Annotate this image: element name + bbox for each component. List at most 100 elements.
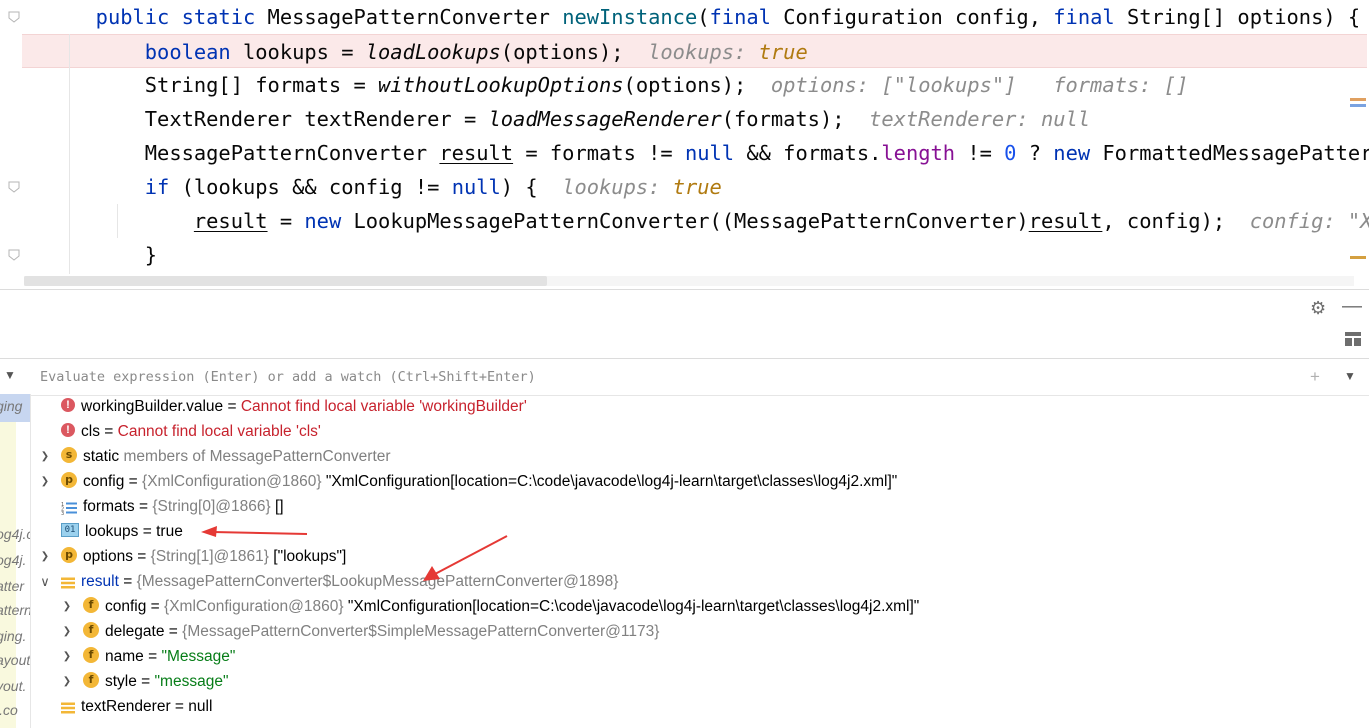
code-token: MessagePatternConverter bbox=[145, 141, 440, 165]
variable-name: delegate bbox=[105, 623, 164, 640]
code-token: ) { bbox=[501, 175, 538, 199]
code-line[interactable]: boolean lookups = loadLookups(options); … bbox=[22, 34, 1367, 68]
frame-item[interactable]: og4j. bbox=[0, 552, 26, 568]
code-indent bbox=[22, 243, 145, 267]
frame-item[interactable]: j.co bbox=[0, 702, 18, 718]
hint-gap bbox=[1225, 209, 1250, 233]
inline-debug-value: textRenderer: null bbox=[869, 107, 1090, 131]
frame-item[interactable]: atter bbox=[0, 578, 24, 594]
frame-item[interactable]: yout. bbox=[0, 678, 26, 694]
code-token: = bbox=[268, 209, 305, 233]
variable-value: = bbox=[135, 498, 153, 515]
chevron-right-icon[interactable]: ❯ bbox=[39, 444, 51, 469]
chevron-down-icon[interactable]: ∨ bbox=[39, 569, 51, 594]
frame-item[interactable]: ayout bbox=[0, 652, 30, 668]
code-line[interactable]: MessagePatternConverter result = formats… bbox=[22, 136, 1369, 170]
primitive-icon: 01 bbox=[61, 523, 79, 537]
code-token: String[] formats = bbox=[145, 73, 378, 97]
variable-row[interactable]: !cls = Cannot find local variable 'cls' bbox=[61, 419, 321, 444]
code-indent bbox=[22, 175, 145, 199]
code-token: if bbox=[145, 175, 182, 199]
variable-row[interactable]: pconfig = {XmlConfiguration@1860} "XmlCo… bbox=[61, 469, 897, 494]
horizontal-scrollbar-thumb[interactable] bbox=[24, 276, 547, 286]
code-line[interactable]: result = new LookupMessagePatternConvert… bbox=[22, 204, 1369, 238]
error-stripe-marker[interactable] bbox=[1350, 256, 1366, 259]
debug-panel-header: ⚙ — bbox=[0, 289, 1369, 359]
chevron-right-icon[interactable]: ❯ bbox=[61, 619, 73, 644]
variable-row[interactable]: fconfig = {XmlConfiguration@1860} "XmlCo… bbox=[83, 594, 919, 619]
variable-row[interactable]: textRenderer = null bbox=[61, 694, 212, 719]
frame-item[interactable]: ging bbox=[0, 398, 22, 414]
code-token: && formats. bbox=[734, 141, 881, 165]
editor-gutter bbox=[0, 0, 22, 289]
fold-marker-icon[interactable] bbox=[8, 11, 20, 23]
code-token: Configuration config, bbox=[783, 5, 1053, 29]
variable-value: members of MessagePatternConverter bbox=[119, 448, 390, 465]
fold-marker-icon[interactable] bbox=[8, 249, 20, 261]
code-line[interactable]: TextRenderer textRenderer = loadMessageR… bbox=[22, 102, 1090, 136]
variable-value: = true bbox=[138, 523, 182, 540]
frames-list[interactable]: ging og4j.c og4j. atter attern ging. ayout yout… bbox=[0, 394, 31, 728]
error-icon: ! bbox=[61, 398, 75, 412]
frame-item[interactable]: attern bbox=[0, 602, 31, 618]
chevron-down-icon[interactable]: ▼ bbox=[4, 368, 16, 382]
field-icon: f bbox=[83, 597, 99, 613]
frame-item[interactable]: og4j.c bbox=[0, 526, 31, 542]
error-stripe-marker[interactable] bbox=[1350, 98, 1366, 101]
parameter-icon: p bbox=[61, 472, 77, 488]
variables-tree[interactable]: !workingBuilder.value = Cannot find loca… bbox=[31, 394, 1369, 728]
variable-value: {String[0]@1866} bbox=[152, 498, 275, 515]
gear-icon[interactable]: ⚙ bbox=[1310, 298, 1326, 319]
code-token: TextRenderer textRenderer = bbox=[145, 107, 489, 131]
variable-name: style bbox=[105, 673, 137, 690]
code-editor[interactable]: public static MessagePatternConverter ne… bbox=[0, 0, 1369, 289]
code-line[interactable]: public static MessagePatternConverter ne… bbox=[22, 0, 1369, 34]
chevron-right-icon[interactable]: ❯ bbox=[61, 644, 73, 669]
code-indent bbox=[22, 209, 194, 233]
variable-value: = bbox=[133, 548, 151, 565]
add-watch-icon[interactable]: + bbox=[1310, 367, 1320, 387]
fold-marker-icon[interactable] bbox=[8, 181, 20, 193]
chevron-down-icon[interactable]: ▼ bbox=[1344, 369, 1356, 383]
variable-row[interactable]: fdelegate = {MessagePatternConverter$Sim… bbox=[83, 619, 659, 644]
chevron-right-icon[interactable]: ❯ bbox=[39, 544, 51, 569]
variable-value: {String[1]@1861} bbox=[151, 548, 274, 565]
code-token: != bbox=[955, 141, 1004, 165]
error-stripe-marker[interactable] bbox=[1350, 104, 1366, 107]
code-line[interactable]: if (lookups && config != null) { lookups… bbox=[22, 170, 722, 204]
code-token: (formats); bbox=[722, 107, 845, 131]
variable-name: name bbox=[105, 648, 144, 665]
variable-name: lookups bbox=[85, 523, 138, 540]
variable-value: ["lookups"] bbox=[273, 548, 346, 565]
evaluate-expression-input[interactable] bbox=[30, 359, 1312, 395]
code-line[interactable]: String[] formats = withoutLookupOptions(… bbox=[22, 68, 1188, 102]
chevron-right-icon[interactable]: ❯ bbox=[61, 669, 73, 694]
variable-row[interactable]: fname = "Message" bbox=[83, 644, 235, 669]
variable-row[interactable]: poptions = {String[1]@1861} ["lookups"] bbox=[61, 544, 346, 569]
frame-item[interactable]: ging. bbox=[0, 628, 26, 644]
variable-row[interactable]: result = {MessagePatternConverter$Lookup… bbox=[61, 569, 618, 594]
chevron-right-icon[interactable]: ❯ bbox=[61, 594, 73, 619]
variable-value: {MessagePatternConverter$SimpleMessagePa… bbox=[182, 623, 659, 640]
indent-guide bbox=[117, 204, 118, 238]
field-icon: f bbox=[83, 622, 99, 638]
svg-text:3: 3 bbox=[61, 511, 64, 515]
code-token: LookupMessagePatternConverter((MessagePa… bbox=[354, 209, 1029, 233]
variable-row[interactable]: 123formats = {String[0]@1866} [] bbox=[61, 494, 284, 519]
minimize-icon[interactable]: — bbox=[1342, 295, 1362, 318]
code-token: ( bbox=[697, 5, 709, 29]
variable-row[interactable]: !workingBuilder.value = Cannot find loca… bbox=[61, 394, 527, 419]
field-icon: f bbox=[83, 672, 99, 688]
code-token: public static bbox=[96, 5, 268, 29]
code-line[interactable]: } bbox=[22, 238, 157, 272]
layout-icon[interactable] bbox=[1344, 330, 1362, 348]
variable-row[interactable]: sstatic members of MessagePatternConvert… bbox=[61, 444, 391, 469]
code-token: ? bbox=[1016, 141, 1053, 165]
variable-value: = null bbox=[171, 698, 213, 715]
variable-row[interactable]: 01 lookups = true bbox=[61, 519, 183, 544]
variable-value: "message" bbox=[155, 673, 229, 690]
chevron-right-icon[interactable]: ❯ bbox=[39, 469, 51, 494]
variable-row[interactable]: fstyle = "message" bbox=[83, 669, 228, 694]
code-token: (options); bbox=[501, 40, 624, 64]
variable-name: static bbox=[83, 448, 119, 465]
